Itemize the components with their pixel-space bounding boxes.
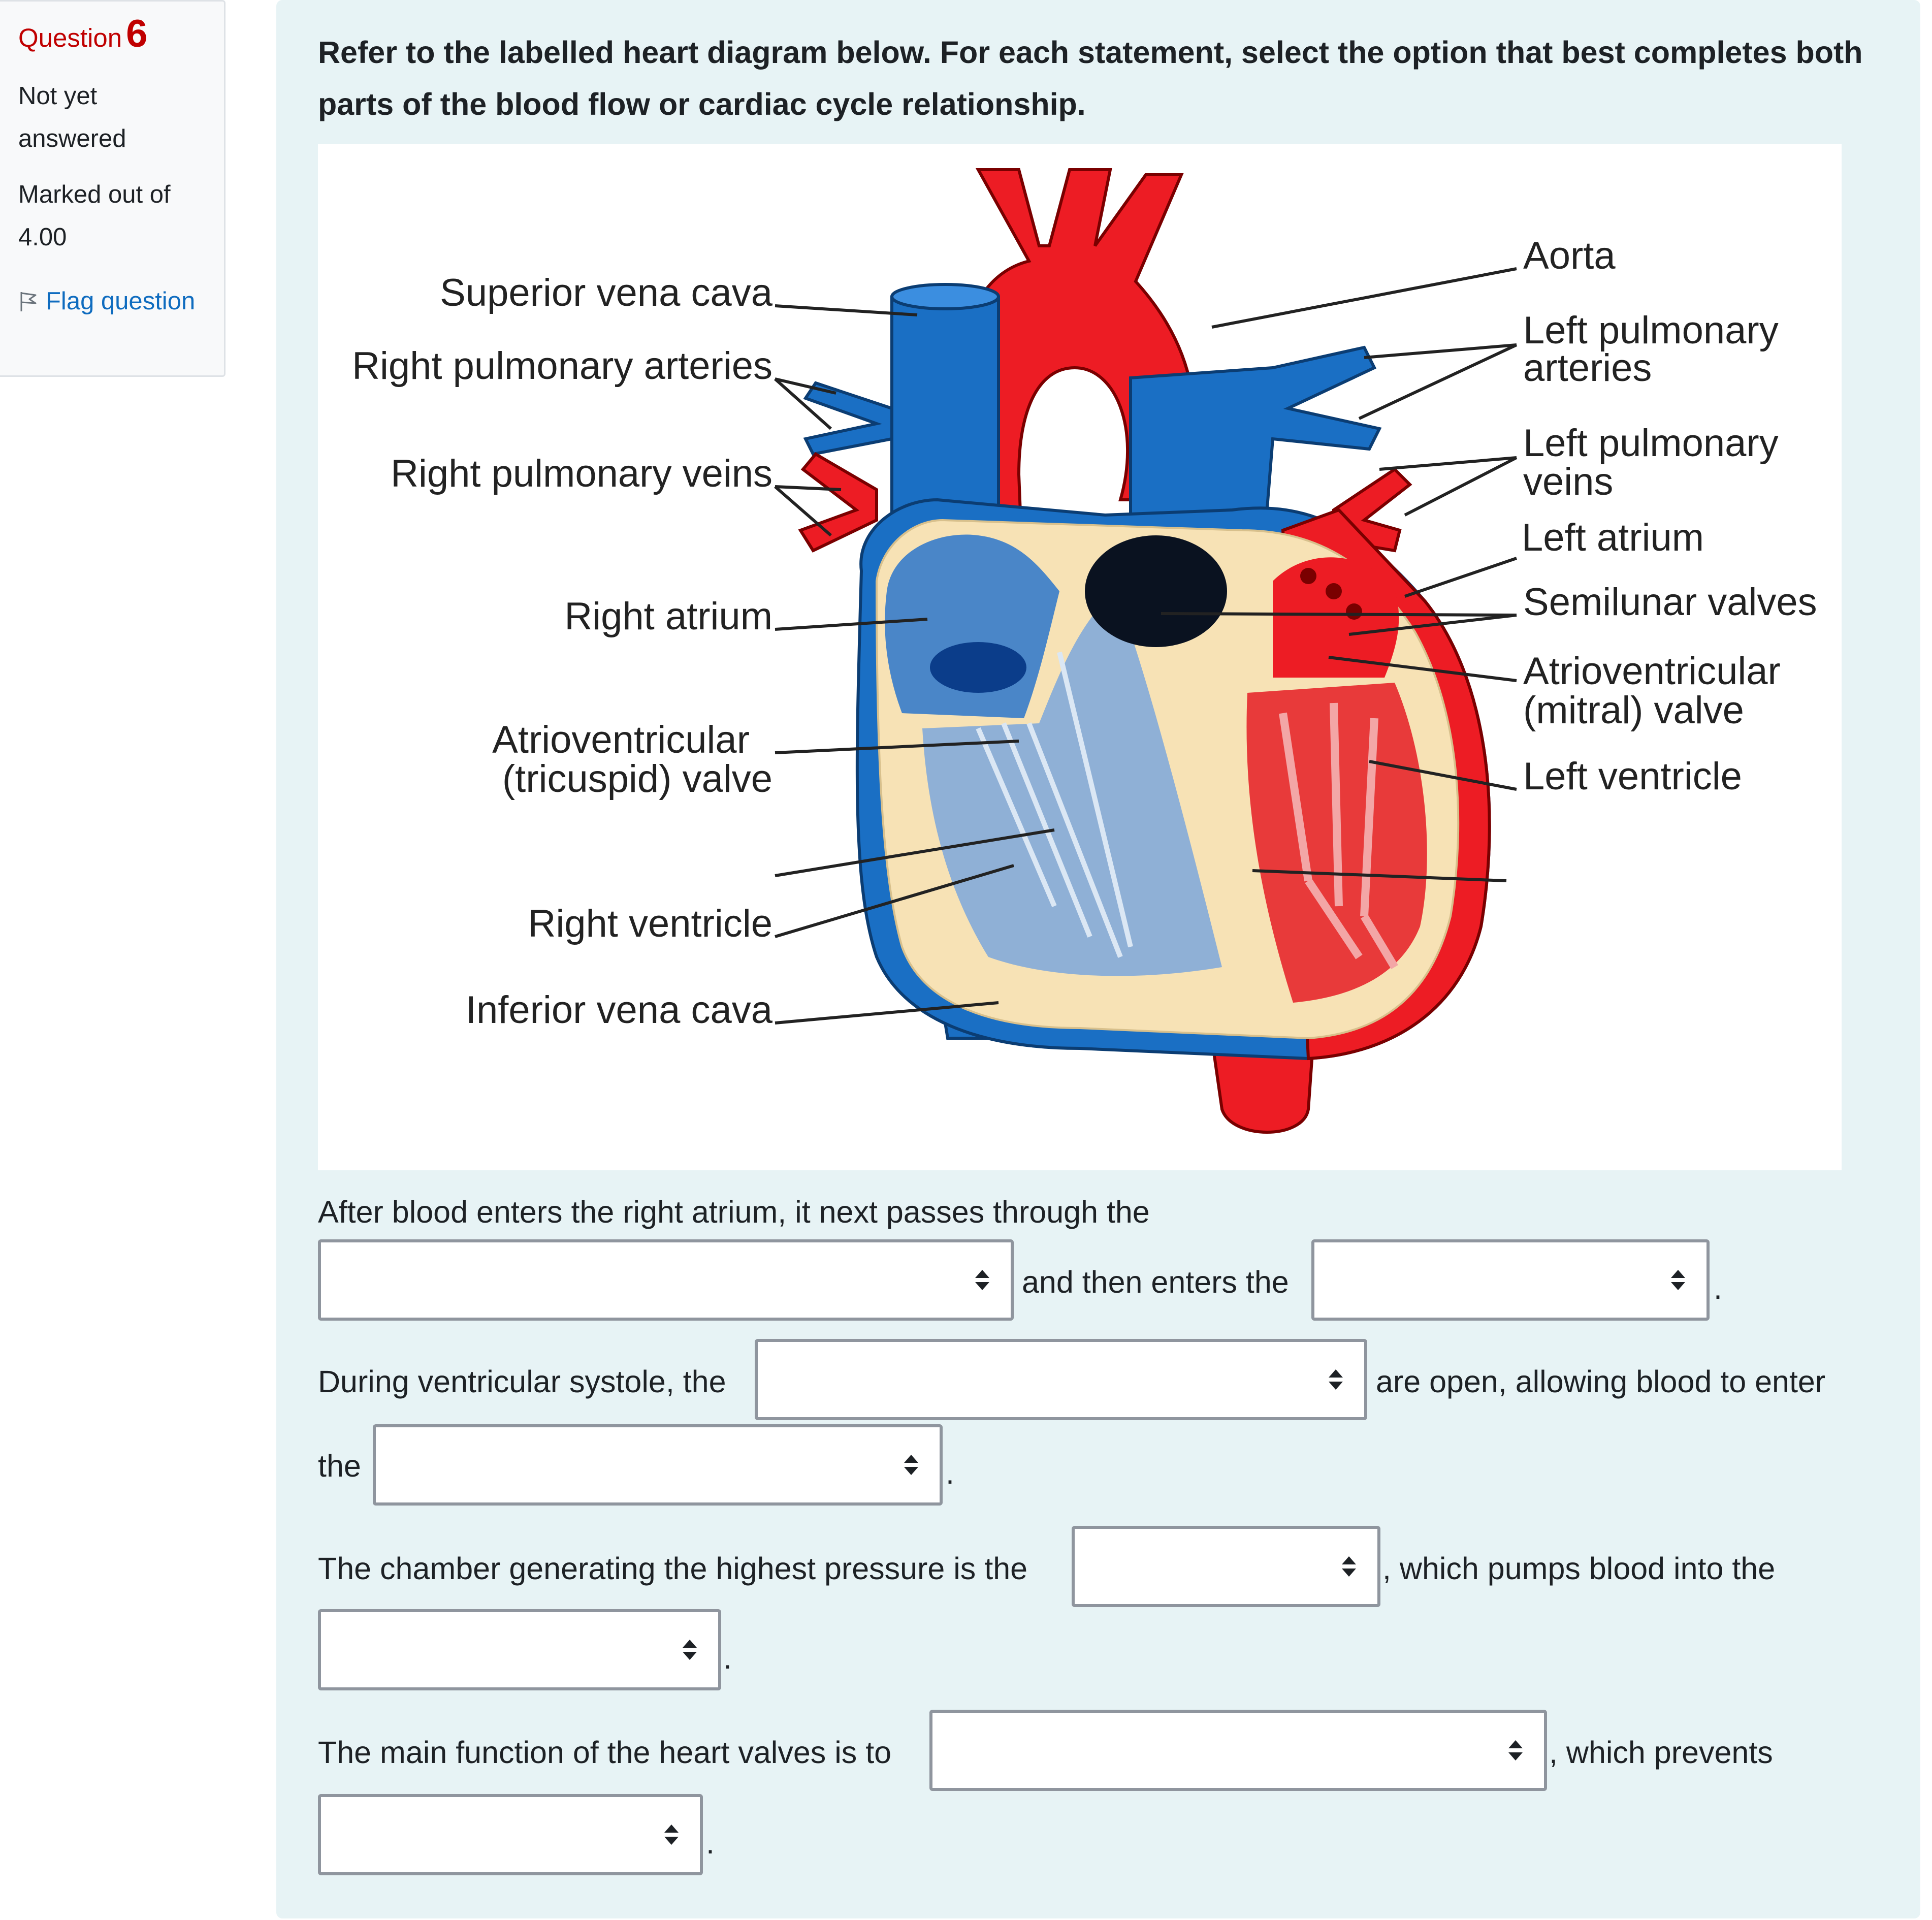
label-semilunar-valves: Semilunar valves [1523,581,1817,624]
label-left-pulmonary-arteries-line1: Left pulmonary [1523,309,1779,352]
statement-4-select-1[interactable] [929,1710,1547,1791]
label-mitral-valve-line2: (mitral) valve [1523,689,1744,732]
statement-3-text-b: , which pumps blood into the [1382,1551,1776,1586]
statement-2-text-c: the [318,1449,361,1483]
select-arrows-icon [683,1640,697,1660]
label-left-pulmonary-arteries-line2: arteries [1523,346,1652,390]
question-text: Refer to the labelled heart diagram belo… [318,35,1863,121]
question-label: Question [18,23,122,52]
select-arrows-icon [1342,1556,1356,1577]
question-state: Not yet answered [18,82,126,152]
statement-3-select-1[interactable] [1072,1526,1380,1607]
select-arrows-icon [664,1825,679,1845]
select-arrows-icon [1671,1270,1685,1290]
question-grade: Marked out of 4.00 [18,181,171,251]
label-tricuspid-valve-line1: Atrioventricular [492,718,750,761]
heart-diagram: Superior vena cava Right pulmonary arter… [318,144,1842,1170]
statement-1-period: . [1714,1271,1722,1305]
statement-4-select-2[interactable] [318,1794,703,1875]
flag-icon [20,292,37,311]
question-number-heading: Question 6 [18,15,224,53]
label-left-atrium: Left atrium [1522,516,1704,559]
statement-4-period: . [706,1826,715,1860]
statement-1-text-b: and then enters the [1022,1265,1289,1299]
label-superior-vena-cava: Superior vena cava [440,271,773,314]
flag-question-link[interactable]: Flag question [18,287,224,315]
label-left-pulmonary-veins-line2: veins [1523,460,1613,503]
label-tricuspid-valve-line2: (tricuspid) valve [502,757,772,801]
label-left-pulmonary-veins-line1: Left pulmonary [1523,422,1779,465]
statement-4-text-a: The main function of the heart valves is… [318,1735,892,1770]
label-mitral-valve-line1: Atrioventricular [1523,650,1781,693]
statement-3-period: . [723,1641,732,1675]
label-right-atrium: Right atrium [564,595,772,638]
label-right-ventricle: Right ventricle [528,902,772,945]
select-arrows-icon [975,1270,989,1290]
statement-4-text-b: , which prevents [1549,1735,1773,1770]
statement-2-select-1[interactable] [755,1339,1367,1420]
statement-3-text-a: The chamber generating the highest press… [318,1551,1028,1586]
statement-2-period: . [946,1456,954,1490]
select-arrows-icon [904,1455,918,1475]
question-content-panel: Refer to the labelled heart diagram belo… [276,0,1920,1918]
pulmonary-valve-opening [1085,535,1227,647]
question-number: 6 [126,12,148,55]
statement-3-select-2[interactable] [318,1609,721,1690]
label-aorta: Aorta [1523,234,1616,277]
label-right-pulmonary-arteries: Right pulmonary arteries [352,344,772,388]
statement-2-text-b: are open, allowing blood to enter [1376,1364,1826,1399]
select-arrows-icon [1329,1369,1343,1390]
statement-1-select-2[interactable] [1311,1239,1710,1321]
statement-2-select-2[interactable] [373,1424,943,1506]
statement-1-select-1[interactable] [318,1239,1014,1321]
label-inferior-vena-cava: Inferior vena cava [466,988,773,1032]
question-info-panel: Question 6 Not yet answered Marked out of… [0,0,226,377]
flag-question-label: Flag question [46,287,196,315]
statement-2-text-a: During ventricular systole, the [318,1364,726,1399]
heart-diagram-svg: Superior vena cava Right pulmonary arter… [352,168,1817,1134]
statement-1-text-a: After blood enters the right atrium, it … [318,1195,1150,1229]
label-right-pulmonary-veins: Right pulmonary veins [391,452,772,495]
label-left-ventricle: Left ventricle [1523,755,1742,798]
select-arrows-icon [1508,1740,1523,1761]
